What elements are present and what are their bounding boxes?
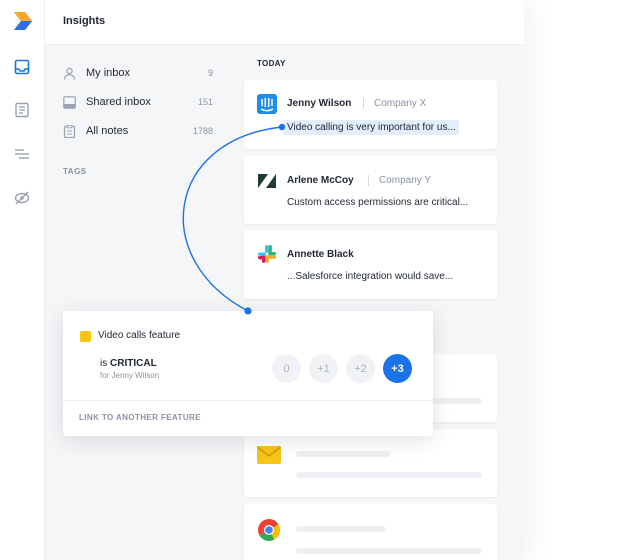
- feature-title[interactable]: Video calls feature: [98, 330, 180, 341]
- contact-name: Jenny Wilson: [287, 98, 352, 109]
- note-card[interactable]: Arlene McCoy Company Y Custom access per…: [244, 156, 497, 224]
- note-card[interactable]: Jenny Wilson Company X Video calling is …: [244, 80, 497, 149]
- app-logo-icon[interactable]: [12, 12, 32, 30]
- company-name: Company Y: [379, 175, 432, 186]
- popup-divider: [63, 400, 433, 401]
- section-heading-today: TODAY: [257, 59, 286, 68]
- nav-item-count: 151: [197, 97, 213, 107]
- importance-value: CRITICAL: [110, 358, 157, 369]
- note-card[interactable]: Annette Black ...Salesforce integration …: [244, 231, 497, 299]
- icon-rail: [0, 0, 45, 560]
- page-title: Insights: [63, 15, 106, 27]
- nav-item-label: Shared inbox: [86, 96, 151, 108]
- intercom-logo-icon: [257, 94, 277, 114]
- list-icon[interactable]: [14, 146, 30, 162]
- contact-name: Annette Black: [287, 249, 354, 260]
- contact-name: Arlene McCoy: [287, 175, 354, 186]
- nav-item-my-inbox[interactable]: My inbox 9: [63, 63, 213, 83]
- importance-for-label: for Jenny Wilson: [100, 371, 160, 380]
- app-window: Insights My inbox 9 Shared inbox 151 All…: [0, 0, 524, 560]
- tags-heading: TAGS: [63, 167, 87, 176]
- score-button-0[interactable]: 0: [272, 354, 301, 383]
- note-excerpt: Custom access permissions are critical..…: [287, 197, 469, 208]
- skeleton-card: [244, 429, 497, 497]
- skeleton-line: [296, 526, 386, 532]
- importance-line: is CRITICAL: [100, 358, 157, 369]
- nav-item-label: All notes: [86, 125, 129, 137]
- note-excerpt[interactable]: Video calling is very important for us..…: [284, 120, 459, 135]
- score-button-plus-2[interactable]: +2: [346, 354, 375, 383]
- top-bar: Insights: [45, 0, 524, 45]
- eye-off-icon[interactable]: [14, 190, 30, 206]
- zendesk-logo-icon: [258, 174, 276, 188]
- nav-item-count: 9: [207, 68, 213, 78]
- score-button-plus-1[interactable]: +1: [309, 354, 338, 383]
- shared-inbox-icon: [63, 95, 76, 109]
- skeleton-line: [296, 451, 390, 457]
- inbox-icon[interactable]: [14, 59, 30, 75]
- highlighted-excerpt[interactable]: Video calling is very important for us..…: [284, 120, 459, 135]
- feature-color-square: [80, 331, 91, 342]
- inbox-nav: My inbox 9 Shared inbox 151 All notes 17…: [45, 44, 231, 560]
- user-icon: [63, 67, 76, 80]
- chrome-logo-icon: [258, 519, 280, 541]
- document-icon[interactable]: [14, 102, 30, 118]
- skeleton-card: [244, 504, 497, 560]
- is-label: is: [100, 358, 108, 369]
- notes-icon: [63, 124, 76, 138]
- nav-item-all-notes[interactable]: All notes 1788: [63, 121, 213, 141]
- nav-item-shared-inbox[interactable]: Shared inbox 151: [63, 92, 213, 112]
- email-logo-icon: [257, 446, 281, 464]
- note-excerpt: ...Salesforce integration would save...: [287, 271, 454, 282]
- slack-logo-icon: [258, 245, 276, 263]
- link-feature-button[interactable]: LINK TO ANOTHER FEATURE: [79, 413, 201, 422]
- skeleton-line: [296, 548, 482, 554]
- company-name: Company X: [374, 98, 427, 109]
- nav-item-label: My inbox: [86, 67, 131, 79]
- divider: [363, 98, 364, 109]
- divider: [368, 175, 369, 186]
- skeleton-line: [296, 472, 482, 478]
- nav-item-count: 1788: [192, 126, 213, 136]
- score-button-plus-3[interactable]: +3: [383, 354, 412, 383]
- feature-popup: Video calls feature is CRITICAL for Jenn…: [63, 311, 433, 436]
